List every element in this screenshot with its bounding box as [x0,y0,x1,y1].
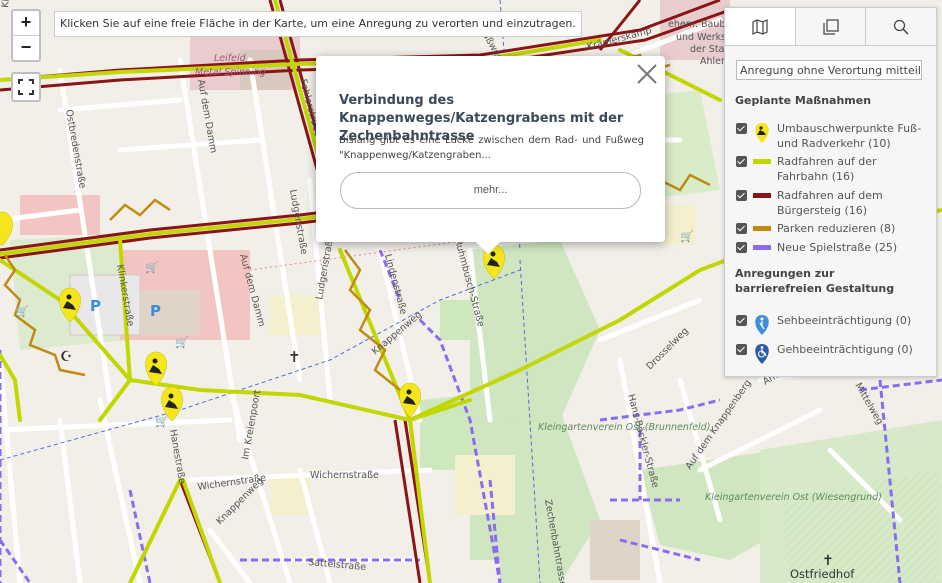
checkbox[interactable] [736,315,747,326]
checkbox[interactable] [736,190,747,201]
line-swatch-icon [753,159,771,164]
legend-item-mobility[interactable]: Gehbeeinträchtigung (0) [736,342,928,365]
checkbox[interactable] [736,156,747,167]
mosque-icon: ☪ [60,349,73,365]
map-icon [752,18,768,35]
section-title-accessibility: Anregungen zur barrierefreien Gestaltung [735,267,895,295]
construction-marker-icon [755,123,769,143]
visually-impaired-marker-icon [755,315,769,335]
poi-label: Metal Spinning [195,67,266,78]
legend-label: Sehbeeinträchtigung (0) [777,314,912,327]
close-icon[interactable] [635,62,659,86]
legend-label: Radfahren auf der Fahrbahn (16) [777,155,877,183]
checkbox[interactable] [736,242,747,253]
layers-icon [822,18,839,35]
fullscreen-button[interactable] [11,72,41,102]
poi-label: Ahlen [700,56,727,67]
poi-label: Leifeld [214,53,247,64]
legend-item-parking[interactable]: Parken reduzieren (8) [736,221,928,236]
poi-label: Kleingartenverein Ost (Wiesengrund) [705,492,882,503]
shop-icon: 🛒 [155,415,169,428]
map-hint-text: Klicken Sie auf eine freie Fläche in der… [54,11,582,37]
tab-layers[interactable] [796,8,867,45]
zoom-control: + − [11,9,41,62]
panel-tabs [725,8,936,46]
legend-item-visual[interactable]: Sehbeeinträchtigung (0) [736,313,928,336]
zoom-out-button[interactable]: − [13,35,39,60]
legend-item-play-street[interactable]: Neue Spielstraße (25) [736,240,928,255]
suggestion-popup: Verbindung des Knappenweges/Katzengraben… [316,56,665,254]
poi-label: Kleingartenverein Ost (Brunnenfeld) [538,422,710,433]
legend-label: Neue Spielstraße (25) [777,241,898,254]
suggestion-input[interactable]: Anregung ohne Verortung mitteilen [736,60,922,80]
section-title-planned: Geplante Maßnahmen [735,94,872,107]
legend-label: Umbauschwerpunkte Fuß- und Radverkehr (1… [777,122,922,150]
legend-panel: Anregung ohne Verortung mitteilen Geplan… [724,7,937,377]
checkbox[interactable] [736,223,747,234]
legend-item-sidewalk-bike[interactable]: Radfahren auf dem Bürgersteig (16) [736,188,928,218]
legend-item-road-bike[interactable]: Radfahren auf der Fahrbahn (16) [736,154,928,184]
wheelchair-marker-icon [755,344,769,364]
parking-icon: P [150,302,161,320]
poi-label: Ostfriedhof [790,567,855,581]
fullscreen-icon [18,79,34,95]
tab-map[interactable] [725,8,796,45]
more-button[interactable]: mehr... [340,172,641,209]
poi-label: und Werkst [676,32,730,43]
shop-icon: 🛒 [680,230,694,243]
church-icon: ✝ [288,348,301,366]
poi-label: ehem. Baube [668,19,731,30]
legend-label: Radfahren auf dem Bürgersteig (16) [777,189,883,217]
shop-icon: 🛒 [145,261,159,274]
parking-icon: P [90,297,101,315]
tab-search[interactable] [866,8,936,45]
line-swatch-icon [753,193,771,198]
legend-item-focus[interactable]: Umbauschwerpunkte Fuß- und Radverkehr (1… [736,121,928,151]
shop-icon: 🛒 [15,305,29,318]
street-label: Wichernstraße [310,470,379,481]
shop-icon: 🛒 [175,336,189,349]
church-icon: ✝ [822,553,834,569]
checkbox[interactable] [736,123,747,134]
checkbox[interactable] [736,344,747,355]
legend-label: Parken reduzieren (8) [777,222,896,235]
popup-text: Bislang gibt es eine Lücke zwischen dem … [339,135,644,161]
line-swatch-icon [753,245,771,250]
search-icon [894,19,909,35]
legend-label: Gehbeeinträchtigung (0) [777,343,913,356]
line-swatch-icon [753,226,771,231]
zoom-in-button[interactable]: + [13,11,39,35]
